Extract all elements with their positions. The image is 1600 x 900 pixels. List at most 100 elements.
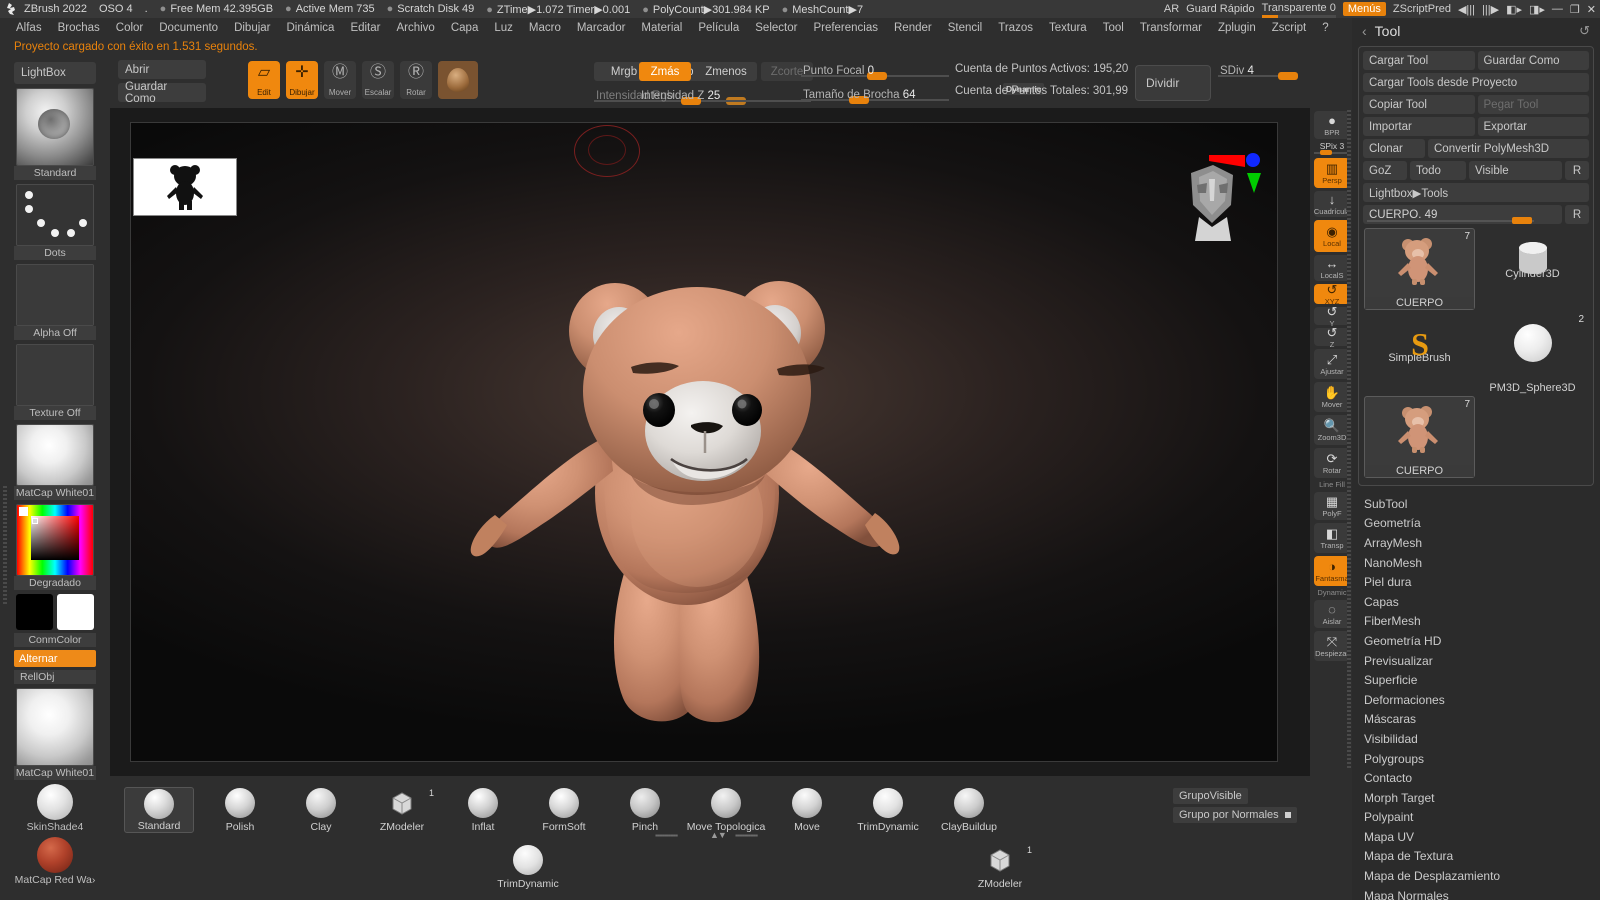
tool-subpalette-subtool[interactable]: SubTool: [1364, 494, 1600, 514]
abrir-button[interactable]: Abrir: [118, 60, 206, 79]
viewport-tool-polyf[interactable]: ▦ PolyF: [1314, 492, 1350, 520]
tool-subpalette-mapa-normales[interactable]: Mapa Normales: [1364, 886, 1600, 900]
brush-scroll-band-left[interactable]: ▪▪▪▪▪▪▪▪▪▪▪▪: [655, 831, 678, 840]
menu-item-preferencias[interactable]: Preferencias: [805, 20, 886, 36]
brush-size-slider[interactable]: Tamaño de Brocha 64: [801, 86, 949, 104]
tool-subpalette-m-scaras[interactable]: Máscaras: [1364, 710, 1600, 730]
tray-left-icon[interactable]: ◧▸: [1506, 3, 1522, 16]
close-icon[interactable]: ✕: [1587, 3, 1596, 16]
menu-item-selector[interactable]: Selector: [747, 20, 805, 36]
exportar-tool-button[interactable]: Exportar: [1477, 117, 1589, 136]
material-thumbnail[interactable]: [16, 424, 94, 486]
rellobj-button[interactable]: RellObj: [14, 670, 96, 684]
current-texture-slot[interactable]: Texture Off: [0, 344, 110, 420]
menu-item-brochas[interactable]: Brochas: [50, 20, 108, 36]
color-picker-slot[interactable]: Degradado: [0, 504, 110, 590]
cuerpo-slider-knob[interactable]: [1512, 217, 1532, 224]
copiar-tool-button[interactable]: Copiar Tool: [1363, 95, 1475, 114]
menu-item-pel-cula[interactable]: Película: [690, 20, 747, 36]
viewport-tool-mover[interactable]: ✋ Mover: [1314, 382, 1350, 412]
brush-thumbnail[interactable]: [16, 88, 94, 166]
brush-row2-zmodeler[interactable]: ZModeler 1: [965, 844, 1035, 890]
menu-item-din-mica[interactable]: Dinámica: [279, 20, 343, 36]
tool-subpalette-geometr-a[interactable]: Geometría: [1364, 514, 1600, 534]
viewport-tool-persp[interactable]: ▥ Persp: [1314, 158, 1350, 188]
brush-clay[interactable]: Clay: [286, 787, 356, 833]
zmenos-button[interactable]: Zmenos: [695, 62, 757, 81]
tool-thumb-cuerpo[interactable]: CUERPO 7: [1364, 396, 1475, 478]
tool-thumb-pm3d-sphere3d[interactable]: PM3D_Sphere3D 2: [1477, 312, 1588, 394]
menu-item-stencil[interactable]: Stencil: [940, 20, 991, 36]
grupo-normales-button[interactable]: Grupo por Normales: [1173, 807, 1297, 823]
restore-icon[interactable]: ❐: [1570, 3, 1580, 16]
goz-r-button[interactable]: R: [1565, 161, 1589, 180]
color-picker[interactable]: [16, 504, 94, 576]
viewport-3d[interactable]: [130, 122, 1278, 762]
sdiv-knob[interactable]: [1278, 72, 1298, 80]
menu-item-transformar[interactable]: Transformar: [1132, 20, 1210, 36]
tool-subpalette-polygroups[interactable]: Polygroups: [1364, 749, 1600, 769]
brush-polish[interactable]: Polish: [205, 787, 275, 833]
tool-thumb-cylinder3d[interactable]: Cylinder3D: [1477, 228, 1588, 280]
tool-subpalette-deformaciones[interactable]: Deformaciones: [1364, 690, 1600, 710]
menu-item-material[interactable]: Material: [633, 20, 690, 36]
skinshade-slot[interactable]: SkinShade4: [0, 784, 110, 833]
viewport-tool-ajustar[interactable]: ⤢ Ajustar: [1314, 349, 1350, 379]
tool-subpalette-visibilidad[interactable]: Visibilidad: [1364, 729, 1600, 749]
tool-subpalette-geometr-a-hd[interactable]: Geometría HD: [1364, 631, 1600, 651]
menu-item-documento[interactable]: Documento: [151, 20, 226, 36]
viewport-tool-despiezar[interactable]: ⤧ Despiezar: [1314, 631, 1350, 661]
menu-item-dibujar[interactable]: Dibujar: [226, 20, 278, 36]
tool-subpalette-previsualizar[interactable]: Previsualizar: [1364, 651, 1600, 671]
tool-subpalette-polypaint[interactable]: Polypaint: [1364, 808, 1600, 828]
edit-mode-button[interactable]: ▱ Edit: [248, 61, 280, 99]
quick-save-button[interactable]: Guard Rápido: [1186, 3, 1255, 15]
viewport-tool-zoom3d[interactable]: 🔍 Zoom3D: [1314, 415, 1350, 445]
left-shelf-divider[interactable]: [3, 486, 7, 606]
tool-subpalette-contacto[interactable]: Contacto: [1364, 768, 1600, 788]
convertir-polymesh3d-button[interactable]: Convertir PolyMesh3D: [1428, 139, 1589, 158]
menu-item-render[interactable]: Render: [886, 20, 940, 36]
material-slot-2[interactable]: MatCap White01: [0, 688, 110, 780]
menu-item-color[interactable]: Color: [108, 20, 151, 36]
alternar-button[interactable]: Alternar: [14, 650, 96, 667]
tray-right-icon[interactable]: ◨▸: [1529, 3, 1545, 16]
stroke-thumbnail[interactable]: [16, 184, 94, 246]
lightbox-button[interactable]: LightBox: [14, 62, 96, 84]
cargar-tool-button[interactable]: Cargar Tool: [1363, 51, 1475, 70]
menu-item-textura[interactable]: Textura: [1041, 20, 1095, 36]
tool-subpalette-morph-target[interactable]: Morph Target: [1364, 788, 1600, 808]
importar-tool-button[interactable]: Importar: [1363, 117, 1475, 136]
conm-color-button[interactable]: ConmColor: [14, 633, 96, 647]
matcap-red-icon[interactable]: [37, 837, 73, 873]
chevron-left-icon[interactable]: ‹: [1362, 23, 1367, 39]
viewport-tool-fantasma[interactable]: ◑ Fantasma: [1314, 556, 1350, 586]
tool-subpalette-mapa-de-desplazamiento[interactable]: Mapa de Desplazamiento: [1364, 866, 1600, 886]
menu-item-alfas[interactable]: Alfas: [8, 20, 50, 36]
color-wheel-icon[interactable]: [17, 505, 93, 575]
color-swatches[interactable]: [16, 594, 94, 630]
cargar-tools-proyecto-button[interactable]: Cargar Tools desde Proyecto: [1363, 73, 1589, 92]
viewport-tool-rotar[interactable]: ⟳ Rotar: [1314, 448, 1350, 478]
draw-mode-button[interactable]: ✛ Dibujar: [286, 61, 318, 99]
menu-item-luz[interactable]: Luz: [486, 20, 521, 36]
menu-item-marcador[interactable]: Marcador: [569, 20, 634, 36]
orientation-gizmo[interactable]: [1157, 143, 1267, 253]
brush-formsoft[interactable]: FormSoft: [529, 787, 599, 833]
viewport-tool-local[interactable]: ◉ Local: [1314, 220, 1350, 252]
goz-button[interactable]: GoZ: [1363, 161, 1407, 180]
cuerpo-r-button[interactable]: R: [1565, 205, 1589, 224]
shelf-left-toggle-icon[interactable]: ◀|||: [1458, 3, 1475, 16]
menu-item-zscript[interactable]: Zscript: [1264, 20, 1315, 36]
spix-slider[interactable]: SPix 3: [1314, 141, 1350, 155]
guardar-como-button[interactable]: Guardar Como: [118, 81, 206, 105]
menu-item-archivo[interactable]: Archivo: [388, 20, 442, 36]
viewport-tool-y[interactable]: ↺ Y: [1314, 305, 1350, 328]
panel-divider[interactable]: [1347, 110, 1351, 770]
sdiv-slider[interactable]: SDiv 4: [1218, 62, 1298, 80]
brush-trimdynamic[interactable]: TrimDynamic: [853, 787, 923, 833]
tool-subpalette-capas[interactable]: Capas: [1364, 592, 1600, 612]
tool-subpalette-superficie[interactable]: Superficie: [1364, 670, 1600, 690]
tool-subpalette-nanomesh[interactable]: NanoMesh: [1364, 553, 1600, 573]
scale-mode-button[interactable]: Ⓢ Escalar: [362, 61, 394, 99]
